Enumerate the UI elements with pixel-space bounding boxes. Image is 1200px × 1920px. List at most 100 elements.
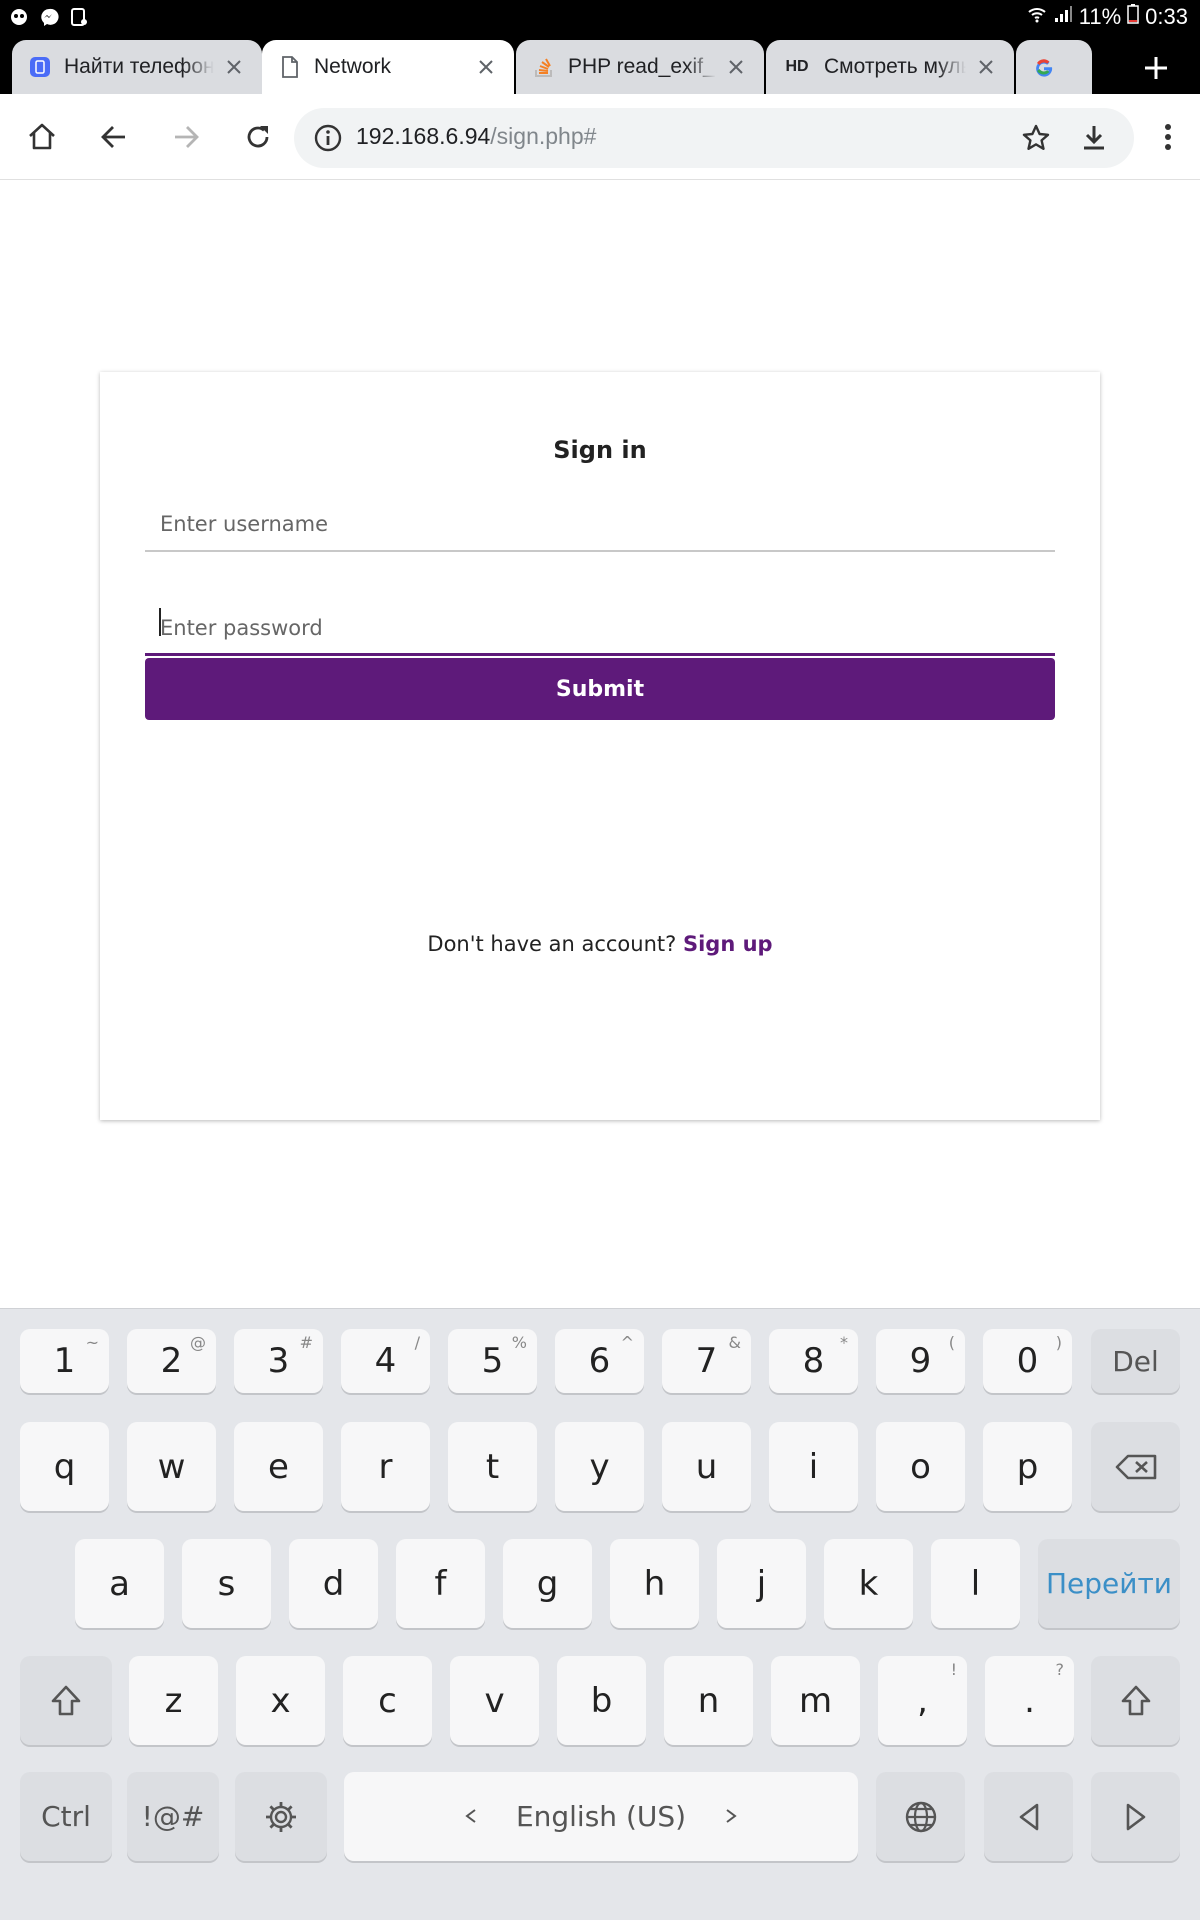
tab-php-exif[interactable]: PHP read_exif_d [516,40,764,94]
key-t[interactable]: t [448,1422,537,1511]
shift-icon [51,1685,81,1715]
key-w[interactable]: w [127,1422,216,1511]
triangle-left-icon [1019,1803,1038,1830]
key-c[interactable]: c [343,1656,432,1745]
browser-toolbar: 192.168.6.94/sign.php# [0,94,1200,180]
key-j[interactable]: j [717,1539,806,1628]
space-key[interactable]: English (US) [344,1772,858,1861]
signup-link[interactable]: Sign up [683,932,773,956]
key-9[interactable]: 9( [876,1329,965,1393]
key-k[interactable]: k [824,1539,913,1628]
key-label: 4 [374,1341,397,1381]
key-period[interactable]: .? [985,1656,1074,1745]
clock: 0:33 [1145,4,1188,29]
key-l[interactable]: l [931,1539,1020,1628]
close-icon[interactable] [966,47,1006,87]
key-8[interactable]: 8 * [769,1329,858,1393]
key-d[interactable]: d [289,1539,378,1628]
submit-button[interactable]: Submit [145,658,1055,720]
shift-right-key[interactable] [1091,1656,1180,1745]
info-icon[interactable] [308,118,348,158]
key-1[interactable]: 1 ~ [20,1329,109,1393]
key-g[interactable]: g [503,1539,592,1628]
overflow-menu-button[interactable] [1144,113,1192,161]
key-v[interactable]: v [450,1656,539,1745]
key-6[interactable]: 6 ^ [555,1329,644,1393]
del-key[interactable]: Del [1091,1329,1180,1393]
key-secondary-label: ) [1055,1333,1062,1352]
key-y[interactable]: y [555,1422,644,1511]
key-4[interactable]: 4/ [341,1329,430,1393]
tab-find-phone[interactable]: Найти телефон [12,40,262,94]
backspace-key[interactable] [1091,1422,1180,1511]
key-7[interactable]: 7 & [662,1329,751,1393]
key-m[interactable]: m [771,1656,860,1745]
key-label: u [695,1446,718,1487]
key-label: t [485,1446,500,1487]
key-0[interactable]: 0) [983,1329,1072,1393]
key-2[interactable]: 2 @ [127,1329,216,1393]
key-secondary-label: ( [948,1333,955,1352]
close-icon[interactable] [716,47,756,87]
cursor-right-key[interactable] [1091,1772,1180,1861]
password-input[interactable] [145,594,1055,656]
key-n[interactable]: n [664,1656,753,1745]
download-icon[interactable] [1074,118,1114,158]
key-3[interactable]: 3 # [234,1329,323,1393]
tab-title: Network [314,55,392,78]
key-q[interactable]: q [20,1422,109,1511]
key-x[interactable]: x [236,1656,325,1745]
key-label: 2 [160,1341,183,1381]
back-button[interactable] [90,113,138,161]
key-a[interactable]: a [75,1539,164,1628]
on-screen-keyboard: 1 ~2 @3 #4/5% 6 ^ 7 & 8 * 9(0) Del qwertyuiop asdf… [0,1308,1200,1920]
key-i[interactable]: i [769,1422,858,1511]
address-bar[interactable]: 192.168.6.94/sign.php# [294,108,1134,168]
tab-cartoons[interactable]: HD Смотреть мульт [766,40,1014,94]
bookmark-star-icon[interactable] [1016,118,1056,158]
key-h[interactable]: h [610,1539,699,1628]
key-b[interactable]: b [557,1656,646,1745]
document-icon [278,55,302,79]
new-tab-button[interactable] [1136,48,1176,88]
key-u[interactable]: u [662,1422,751,1511]
battery-percent: 11% [1078,4,1122,29]
key-s[interactable]: s [182,1539,271,1628]
ctrl-key[interactable]: Ctrl [20,1772,112,1861]
key-5[interactable]: 5% [448,1329,537,1393]
system-status: 11% 0:33 [1027,4,1188,30]
key-o[interactable]: o [876,1422,965,1511]
tab-network[interactable]: Network [262,40,514,94]
settings-key[interactable] [235,1772,327,1861]
key-p[interactable]: p [983,1422,1072,1511]
key-z[interactable]: z [129,1656,218,1745]
cursor-left-key[interactable] [984,1772,1073,1861]
symbols-key[interactable]: !@# [127,1772,219,1861]
key-r[interactable]: r [341,1422,430,1511]
forward-button[interactable] [162,113,210,161]
close-icon[interactable] [466,47,506,87]
key-secondary-label: ! [950,1660,957,1679]
space-key-label: English (US) [515,1800,687,1833]
key-label: c [378,1680,397,1721]
key-f[interactable]: f [396,1539,485,1628]
sign-in-card: Sign in Submit Don't have an account? Si… [100,372,1100,1120]
close-icon[interactable] [214,47,254,87]
key-label: f [434,1563,447,1604]
tab-google[interactable] [1016,40,1092,94]
shift-left-key[interactable] [20,1656,112,1745]
tab-title: Смотреть мульт [824,55,966,78]
messenger-icon [38,6,60,28]
key-label: o [910,1446,931,1487]
key-label: 9 [909,1341,932,1381]
go-key[interactable]: Перейти [1038,1539,1180,1628]
key-label: l [970,1563,981,1604]
home-button[interactable] [18,113,66,161]
key-e[interactable]: e [234,1422,323,1511]
key-label: n [697,1680,720,1721]
key-comma[interactable]: ,! [878,1656,967,1745]
language-key[interactable] [876,1772,965,1861]
reload-button[interactable] [234,113,282,161]
url-text[interactable]: 192.168.6.94/sign.php# [356,123,596,150]
username-input[interactable] [145,490,1055,552]
